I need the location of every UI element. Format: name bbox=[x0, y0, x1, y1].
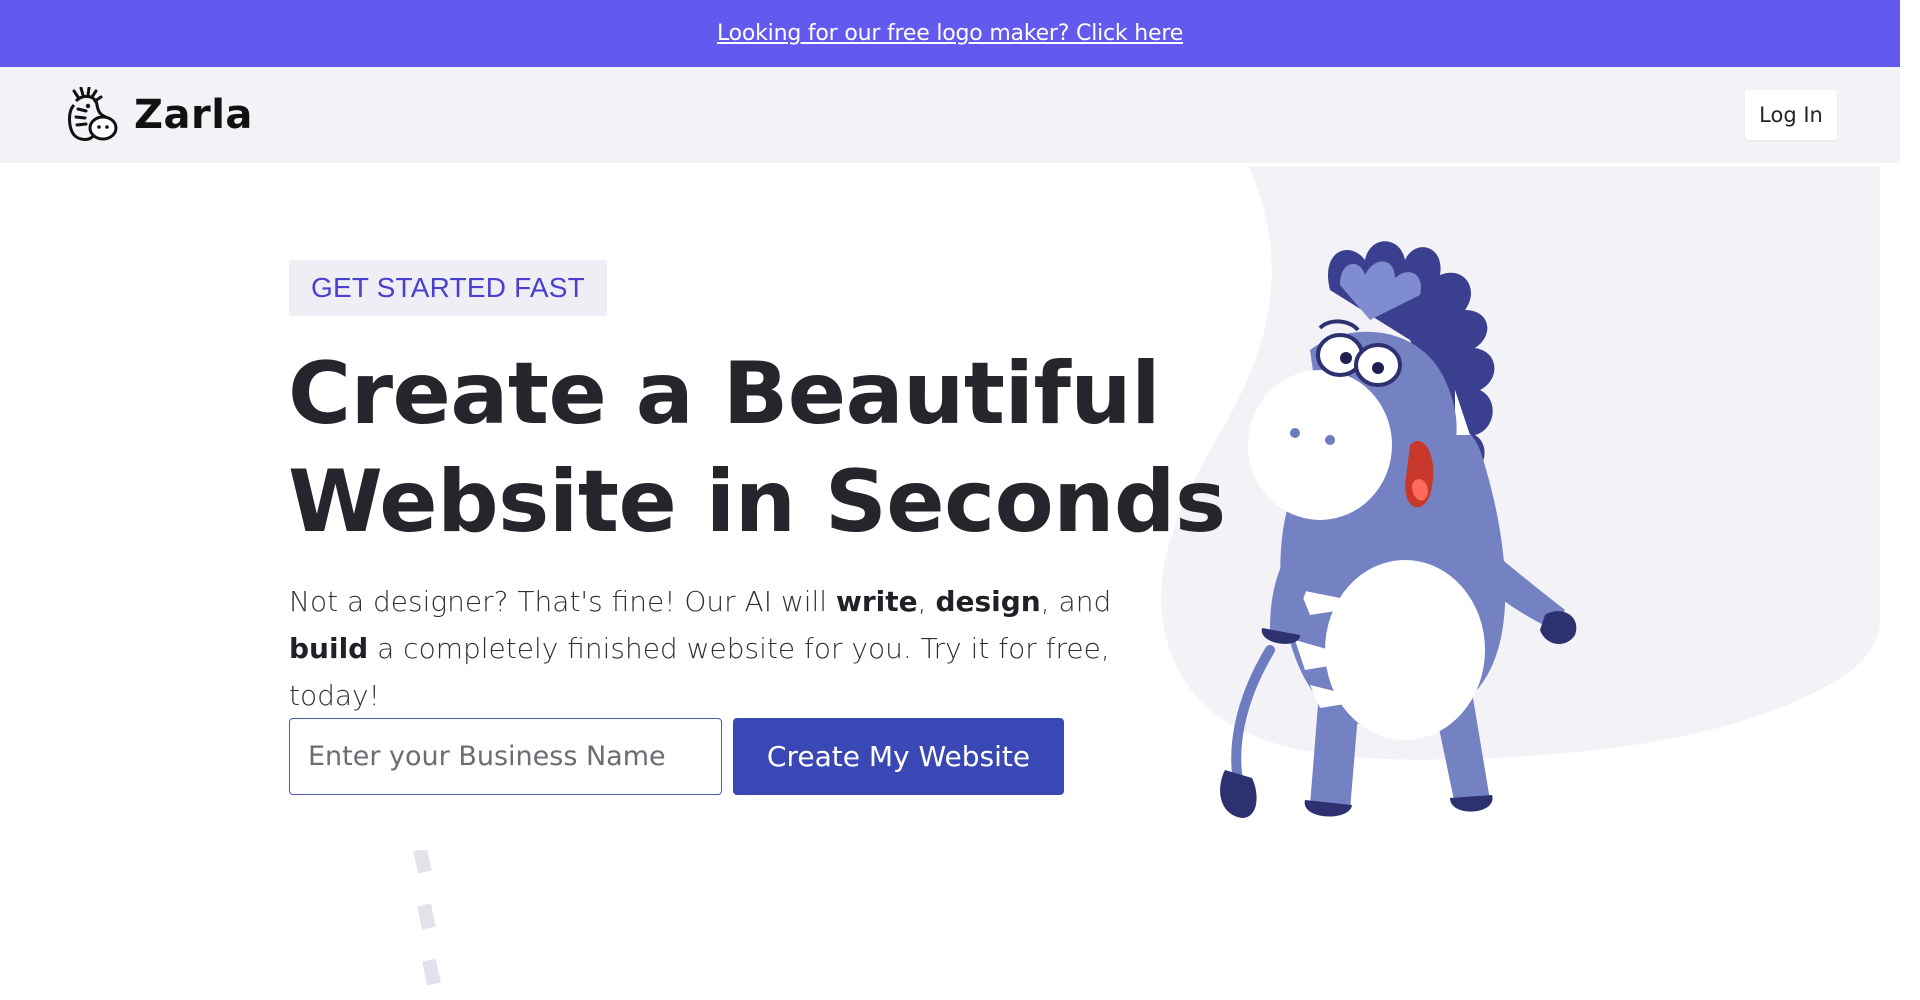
description-bold-design: design bbox=[935, 585, 1041, 618]
description-bold-build: build bbox=[289, 632, 369, 665]
scrollbar-track[interactable] bbox=[1900, 0, 1920, 1000]
login-button[interactable]: Log In bbox=[1745, 90, 1837, 140]
brand-name: Zarla bbox=[134, 92, 253, 138]
hero-badge: GET STARTED FAST bbox=[289, 260, 607, 316]
headline-line-1: Create a Beautiful bbox=[288, 344, 1161, 444]
description-bold-write: write bbox=[835, 585, 918, 618]
hero-headline: Create a Beautiful Website in Seconds bbox=[288, 340, 1248, 556]
free-logo-maker-link[interactable]: Looking for our free logo maker? Click h… bbox=[717, 21, 1183, 46]
business-name-input[interactable] bbox=[289, 718, 722, 795]
zebra-logo-icon bbox=[68, 87, 118, 141]
hero-description: Not a designer? That's fine! Our AI will… bbox=[289, 578, 1189, 719]
decorative-dashed-line bbox=[413, 850, 441, 986]
promo-banner: Looking for our free logo maker? Click h… bbox=[0, 0, 1900, 67]
create-website-button[interactable]: Create My Website bbox=[733, 718, 1064, 795]
description-text: a completely finished website for you. T… bbox=[289, 632, 1110, 712]
description-text: , bbox=[917, 585, 936, 618]
description-text: , and bbox=[1040, 585, 1112, 618]
site-header: Zarla Log In bbox=[0, 67, 1900, 163]
description-text: Not a designer? That's fine! Our AI will bbox=[289, 585, 836, 618]
zebra-mascot-illustration bbox=[1220, 241, 1577, 818]
headline-line-2: Website in Seconds bbox=[288, 452, 1226, 552]
brand-logo[interactable]: Zarla bbox=[64, 87, 253, 143]
